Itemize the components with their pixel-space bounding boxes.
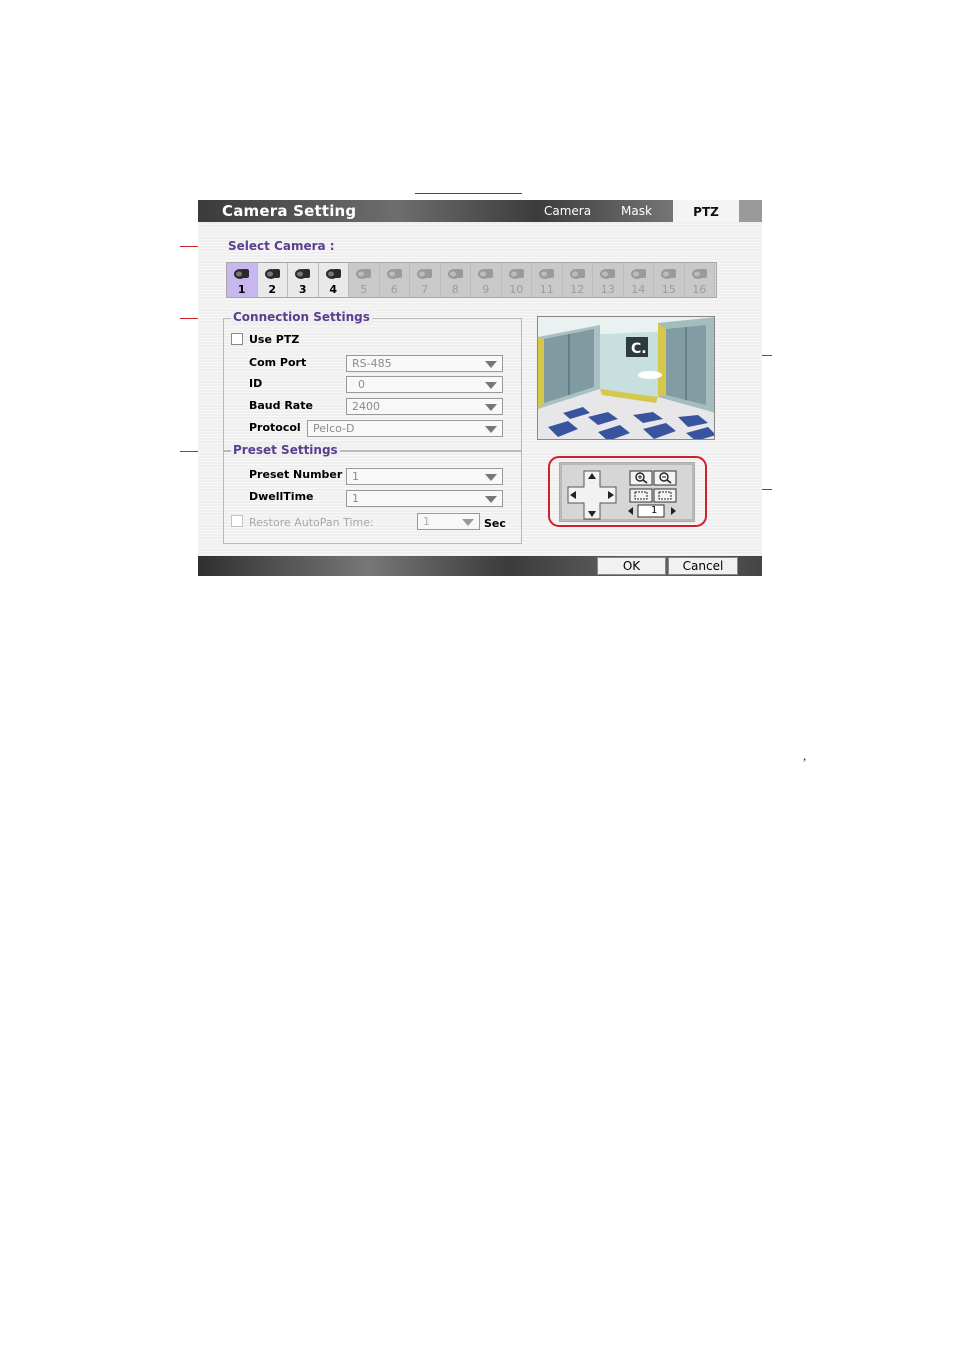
camera-icon	[295, 269, 310, 279]
camera-number: 7	[421, 283, 429, 296]
camera-button-2[interactable]: 2	[257, 263, 288, 297]
chevron-down-icon	[485, 382, 497, 389]
use-ptz-checkbox[interactable]	[231, 333, 243, 345]
camera-icon	[264, 269, 280, 279]
tab-ptz[interactable]: PTZ	[673, 200, 739, 222]
tab-mask[interactable]: Mask	[621, 204, 652, 218]
restore-unit-label: Sec	[484, 517, 506, 530]
camera-number: 14	[631, 283, 646, 296]
camera-button-11[interactable]: 11	[532, 263, 563, 297]
dwell-time-select[interactable]: 1	[346, 490, 503, 507]
camera-icon	[569, 269, 585, 279]
baud-rate-label: Baud Rate	[249, 399, 313, 412]
window-title: Camera Setting	[222, 202, 357, 220]
title-bar: Camera Setting Camera Mask PTZ	[198, 200, 762, 222]
svg-text:C.: C.	[631, 341, 647, 357]
chevron-down-icon	[462, 519, 474, 526]
camera-button-6[interactable]: 6	[379, 263, 410, 297]
camera-number: 6	[390, 283, 398, 296]
camera-icon	[630, 269, 646, 279]
restore-autopan-label: Restore AutoPan Time:	[249, 516, 374, 529]
link-underline	[415, 193, 522, 194]
protocol-value: Pelco-D	[313, 422, 355, 435]
connection-settings-legend: Connection Settings	[231, 310, 372, 324]
id-select[interactable]: 0	[346, 376, 503, 393]
camera-button-12[interactable]: 12	[562, 263, 593, 297]
cancel-button[interactable]: Cancel	[668, 557, 738, 575]
camera-icon	[539, 269, 554, 279]
camera-number: 8	[451, 283, 459, 296]
protocol-select[interactable]: Pelco-D	[307, 420, 503, 437]
camera-number: 4	[329, 283, 338, 296]
tab-camera[interactable]: Camera	[544, 204, 591, 218]
chevron-down-icon	[485, 474, 497, 481]
stray-comma: ,	[803, 748, 807, 763]
ptz-callout-highlight	[548, 456, 707, 527]
preset-number-label: Preset Number	[249, 468, 343, 481]
dwell-time-value: 1	[352, 492, 359, 505]
camera-button-14[interactable]: 14	[623, 263, 654, 297]
camera-button-5[interactable]: 5	[349, 263, 380, 297]
camera-icon	[661, 269, 676, 279]
chevron-down-icon	[485, 426, 497, 433]
camera-number: 3	[298, 283, 307, 296]
dwell-time-label: DwellTime	[249, 490, 314, 503]
preset-settings-legend: Preset Settings	[231, 443, 340, 457]
com-port-label: Com Port	[249, 356, 307, 369]
camera-button-16[interactable]: 16	[684, 263, 715, 297]
camera-button-13[interactable]: 13	[593, 263, 624, 297]
elevator-lobby-image: C.	[538, 317, 714, 439]
camera-icon	[691, 269, 707, 279]
chevron-down-icon	[485, 496, 497, 503]
camera-icon	[447, 269, 463, 279]
restore-autopan-checkbox[interactable]	[231, 515, 243, 527]
camera-button-15[interactable]: 15	[654, 263, 685, 297]
camera-number: 10	[509, 283, 524, 296]
preset-number-select[interactable]: 1	[346, 468, 503, 485]
camera-button-10[interactable]: 10	[501, 263, 532, 297]
ok-button[interactable]: OK	[597, 557, 666, 575]
camera-number: 11	[539, 283, 554, 296]
preset-number-value: 1	[352, 470, 359, 483]
camera-number: 12	[570, 283, 585, 296]
camera-number: 13	[600, 283, 615, 296]
camera-icon	[234, 269, 249, 279]
chevron-down-icon	[485, 361, 497, 368]
baud-rate-select[interactable]: 2400	[346, 398, 503, 415]
restore-autopan-value: 1	[423, 515, 430, 528]
camera-icon	[325, 269, 341, 279]
camera-number: 5	[360, 283, 368, 296]
camera-preview: C.	[537, 316, 715, 440]
camera-button-8[interactable]: 8	[440, 263, 471, 297]
camera-button-9[interactable]: 9	[471, 263, 502, 297]
camera-icon	[478, 269, 493, 279]
baud-rate-value: 2400	[352, 400, 380, 413]
camera-number: 9	[482, 283, 490, 296]
camera-number: 15	[661, 283, 676, 296]
camera-number: 1	[237, 283, 246, 296]
com-port-value: RS-485	[352, 357, 392, 370]
id-label: ID	[249, 377, 263, 390]
camera-icon	[356, 269, 371, 279]
use-ptz-label: Use PTZ	[249, 333, 300, 346]
com-port-select[interactable]: RS-485	[346, 355, 503, 372]
camera-icon	[508, 269, 524, 279]
camera-button-3[interactable]: 3	[288, 263, 319, 297]
restore-autopan-select[interactable]: 1	[417, 513, 480, 530]
camera-strip: 1 2 3 4 5 6 7 8 9 10 11 12 13 14 15 16	[226, 262, 717, 298]
camera-icon	[600, 269, 615, 279]
protocol-label: Protocol	[249, 421, 301, 434]
title-bar-end	[739, 200, 762, 222]
select-camera-label: Select Camera :	[228, 239, 335, 253]
camera-button-7[interactable]: 7	[410, 263, 441, 297]
id-value: 0	[358, 378, 365, 391]
camera-number: 16	[692, 283, 707, 296]
camera-button-1[interactable]: 1	[227, 263, 258, 297]
camera-button-4[interactable]: 4	[318, 263, 349, 297]
camera-icon	[386, 269, 402, 279]
camera-icon	[417, 269, 432, 279]
chevron-down-icon	[485, 404, 497, 411]
camera-number: 2	[268, 283, 277, 296]
